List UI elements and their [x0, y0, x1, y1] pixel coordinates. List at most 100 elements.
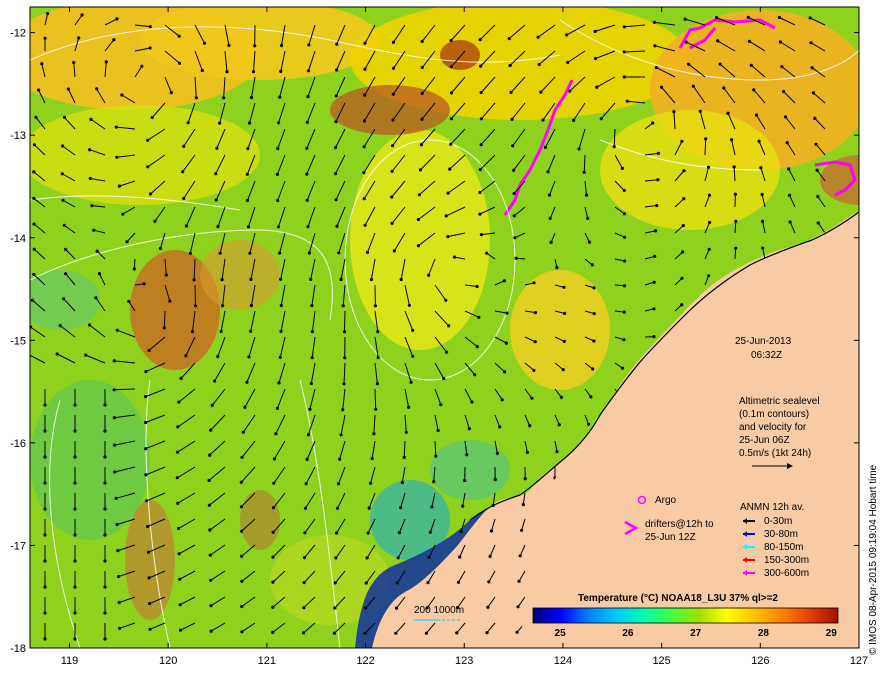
velocity-arrow-head	[177, 526, 181, 531]
map-plot-area	[30, 7, 859, 648]
velocity-arrow-head	[271, 605, 275, 609]
velocity-arrow-head	[622, 338, 626, 342]
velocity-arrow-head	[179, 376, 183, 380]
velocity-arrow-head	[783, 115, 788, 119]
velocity-arrow-head	[333, 606, 337, 610]
velocity-arrow-head	[64, 272, 68, 276]
velocity-arrow-head	[220, 278, 224, 282]
velocity-arrow-head	[363, 223, 367, 227]
velocity-arrow-head	[478, 168, 482, 172]
x-tick-label: 127	[850, 655, 868, 667]
velocity-arrow-head	[307, 251, 311, 255]
velocity-arrow-head	[561, 368, 565, 372]
velocity-arrow-head	[782, 89, 786, 94]
velocity-arrow-head	[655, 203, 659, 208]
velocity-arrow-head	[479, 117, 483, 121]
velocity-arrow-head	[132, 267, 136, 271]
velocity-arrow-head	[559, 395, 564, 399]
velocity-arrow-head	[622, 310, 626, 314]
velocity-arrow-head	[487, 580, 491, 584]
velocity-arrow-head	[279, 303, 283, 308]
velocity-arrow-head	[148, 627, 152, 631]
velocity-arrow-head	[370, 456, 374, 461]
velocity-arrow-head	[449, 38, 453, 43]
velocity-arrow-head	[146, 550, 150, 554]
velocity-arrow-head	[209, 604, 213, 608]
velocity-arrow-head	[103, 481, 107, 485]
velocity-arrow-head	[302, 556, 307, 560]
velocity-arrow-head	[43, 507, 47, 511]
velocity-arrow-head	[240, 604, 244, 609]
velocity-arrow-head	[587, 240, 592, 244]
velocity-arrow-head	[218, 251, 222, 255]
velocity-arrow-head	[245, 172, 249, 176]
velocity-arrow-head	[780, 65, 784, 69]
velocity-arrow	[194, 284, 196, 306]
velocity-arrow-head	[788, 193, 792, 197]
velocity-arrow-head	[749, 63, 753, 67]
velocity-arrow-head	[589, 395, 593, 399]
velocity-arrow-head	[103, 611, 107, 615]
velocity-arrow-head	[95, 87, 99, 91]
velocity-arrow-head	[305, 172, 309, 176]
velocity-arrow-head	[222, 96, 226, 100]
velocity-arrow-head	[73, 611, 77, 615]
velocity-arrow-head	[759, 166, 763, 170]
velocity-arrow-head	[186, 121, 190, 125]
velocity-arrow-head	[507, 37, 511, 41]
velocity-arrow-head	[302, 581, 306, 585]
velocity-arrow-head	[103, 585, 107, 589]
velocity-arrow-head	[115, 17, 119, 21]
velocity-arrow-head	[566, 60, 570, 65]
anmn-item-label: 150-300m	[764, 555, 809, 566]
velocity-arrow-head	[148, 25, 152, 29]
velocity-arrow-head	[243, 405, 247, 409]
velocity-arrow-head	[304, 482, 308, 486]
y-tick-label: -14	[10, 233, 26, 245]
colorbar-tick-label: 26	[622, 628, 634, 639]
velocity-arrow-head	[470, 400, 474, 404]
velocity-arrow-head	[698, 109, 702, 113]
anmn-item-label: 80-150m	[764, 542, 803, 553]
velocity-arrow-head	[622, 188, 626, 193]
velocity-arrow-head	[335, 531, 339, 535]
velocity-arrow-head	[374, 407, 378, 411]
velocity-arrow-head	[175, 450, 180, 454]
velocity-arrow-head	[117, 574, 121, 579]
velocity-arrow-head	[532, 281, 536, 285]
velocity-arrow-head	[400, 480, 404, 485]
velocity-arrow-head	[503, 370, 507, 374]
velocity-arrow-head	[411, 328, 415, 332]
velocity-arrow-head	[77, 36, 81, 40]
velocity-arrow-head	[246, 147, 250, 151]
velocity-arrow-head	[208, 453, 212, 457]
velocity-arrow-head	[498, 425, 502, 429]
velocity-arrow-head	[528, 424, 532, 428]
velocity-arrow-head	[271, 506, 276, 510]
velocity-arrow-head	[276, 225, 281, 229]
velocity-arrow-head	[590, 263, 594, 267]
velocity-arrow-head	[517, 579, 521, 583]
velocity-arrow-head	[177, 400, 181, 404]
velocity-arrow-head	[656, 151, 661, 155]
velocity-arrow-head	[659, 85, 664, 89]
velocity-arrow-head	[84, 353, 88, 357]
velocity-arrow-head	[210, 403, 214, 407]
velocity-arrow-head	[424, 631, 428, 635]
velocity-arrow-head	[420, 91, 424, 95]
velocity-arrow-head	[420, 39, 424, 44]
velocity-arrow-head	[302, 631, 306, 635]
velocity-arrow-head	[520, 528, 524, 532]
velocity-arrow-head	[335, 224, 339, 228]
velocity-arrow-head	[55, 352, 59, 356]
velocity-arrow-head	[43, 403, 47, 407]
argo-label: Argo	[655, 495, 677, 506]
velocity-arrow-head	[473, 373, 477, 377]
velocity-arrow-head	[726, 111, 730, 115]
velocity-arrow-head	[342, 330, 347, 334]
velocity-arrow-head	[271, 630, 275, 635]
velocity-arrow-head	[687, 62, 691, 66]
velocity-arrow-head	[249, 303, 253, 308]
velocity-arrow-head	[654, 66, 659, 70]
velocity-arrow-head	[125, 240, 129, 244]
